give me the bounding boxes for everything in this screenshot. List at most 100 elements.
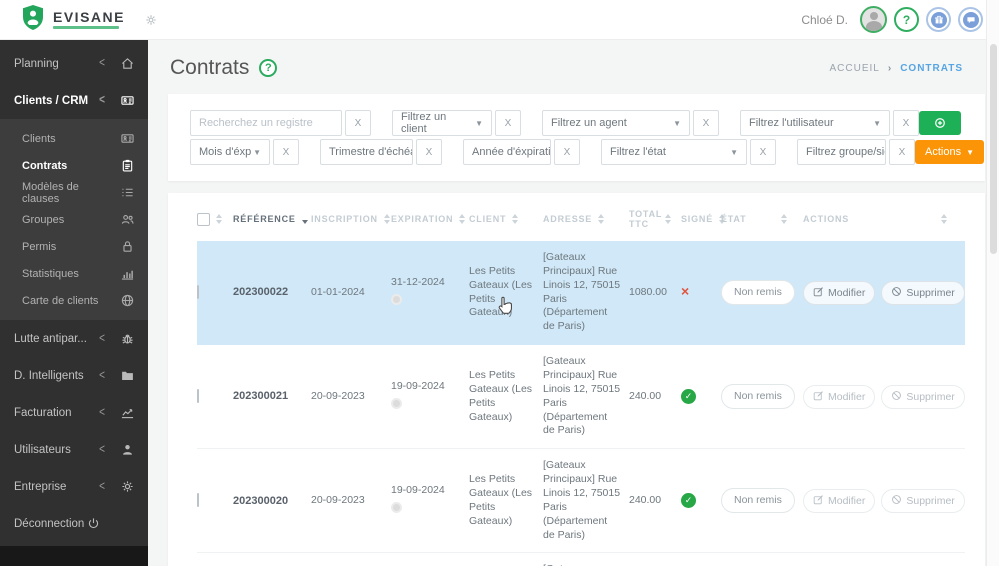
search-input[interactable] xyxy=(190,110,342,136)
sidebar-item-label: Utilisateurs xyxy=(14,443,71,456)
cell-inscription: 20-09-2023 xyxy=(311,493,365,506)
col-etat-header[interactable]: ÉTAT xyxy=(721,214,803,224)
contracts-table: RÉFÉRENCE INSCRIPTION EXPIRATION CLIENT … xyxy=(168,193,985,566)
delete-button-label: Supprimer xyxy=(906,390,955,403)
sidebar-item-d-connection[interactable]: Déconnection xyxy=(0,505,148,542)
edit-icon xyxy=(813,494,824,508)
sidebar-item-mod-les-de-clauses[interactable]: Modèles de clauses xyxy=(0,179,148,206)
col-client-header[interactable]: CLIENT xyxy=(469,214,543,224)
row-select-cell xyxy=(197,284,233,300)
cell-client[interactable]: Les Petits Gateaux (Les Petits Gateaux) xyxy=(469,265,543,320)
col-signe-header[interactable]: SIGNÉ xyxy=(681,214,726,224)
sidebar-item-groupes[interactable]: Groupes xyxy=(0,206,148,233)
sidebar-item-d-intelligents[interactable]: D. Intelligents < xyxy=(0,357,148,394)
filter-quarter-select[interactable]: Trimestre d'échéance xyxy=(320,139,413,165)
filter-month-select[interactable]: Mois d'éxpiration▼ xyxy=(190,139,270,165)
filter-agent-select[interactable]: Filtrez un agent ▼ xyxy=(542,110,690,136)
clear-month-button[interactable]: X xyxy=(273,139,299,165)
sort-icon xyxy=(941,214,947,224)
col-expiration-header[interactable]: EXPIRATION xyxy=(391,214,469,224)
col-reference-header[interactable]: RÉFÉRENCE xyxy=(233,214,311,224)
sidebar-submenu: Clients Contrats Modèles de clauses Groupes… xyxy=(0,119,148,320)
sort-icon xyxy=(665,214,671,224)
status-badge[interactable]: Non remis xyxy=(721,384,795,410)
sidebar-item-permis[interactable]: Permis xyxy=(0,233,148,260)
clear-client-button[interactable]: X xyxy=(495,110,521,136)
cell-total-ttc: 240.00 xyxy=(629,389,662,402)
scrollbar-thumb[interactable] xyxy=(989,44,997,254)
sidebar-item-contrats[interactable]: Contrats xyxy=(0,152,148,179)
col-actions-header[interactable]: ACTIONS xyxy=(803,214,953,224)
delete-button-label: Supprimer xyxy=(906,494,955,507)
status-badge[interactable]: Non remis xyxy=(721,488,795,514)
filter-state-select[interactable]: Filtrez l'état ▼ xyxy=(601,139,747,165)
breadcrumb-current: CONTRATS xyxy=(900,62,963,74)
brand-logo[interactable]: EVISANE xyxy=(0,4,125,36)
page-title: Contrats xyxy=(170,56,250,79)
delete-button[interactable]: Supprimer xyxy=(881,280,965,305)
modify-button[interactable]: Modifier xyxy=(803,384,876,409)
delete-button[interactable]: Supprimer xyxy=(881,384,965,409)
clear-state-button[interactable]: X xyxy=(750,139,776,165)
add-contract-button[interactable] xyxy=(919,111,961,135)
lock-icon xyxy=(118,240,134,253)
select-all-checkbox[interactable] xyxy=(197,212,210,226)
sidebar-item-clients[interactable]: Clients xyxy=(0,125,148,152)
cell-client[interactable]: Les Petits Gateaux (Les Petits Gateaux) xyxy=(469,369,543,424)
chevron-down-icon: ▼ xyxy=(475,118,483,128)
filter-client-select[interactable]: Filtrez un client ▼ xyxy=(392,110,492,136)
clear-group-button[interactable]: X xyxy=(889,139,915,165)
chevron-down-icon: ▼ xyxy=(873,118,881,128)
modify-button[interactable]: Modifier xyxy=(803,280,876,305)
col-adresse-header[interactable]: ADRESSE xyxy=(543,214,629,224)
clear-user-button[interactable]: X xyxy=(893,110,919,136)
chat-icon-disc xyxy=(962,11,979,28)
row-checkbox[interactable] xyxy=(197,284,199,299)
delete-button-label: Supprimer xyxy=(906,286,955,299)
sort-icon xyxy=(459,214,466,224)
modify-button[interactable]: Modifier xyxy=(803,488,876,513)
chat-icon[interactable] xyxy=(958,7,983,32)
status-badge[interactable]: Non remis xyxy=(721,280,795,306)
sidebar-item-facturation[interactable]: Facturation < xyxy=(0,394,148,431)
sidebar-item-statistiques[interactable]: Statistiques xyxy=(0,260,148,287)
sort-icon xyxy=(512,214,519,224)
col-total-header[interactable]: TOTAL TTC xyxy=(629,209,681,229)
ban-icon xyxy=(891,494,902,508)
expiration-status-icon xyxy=(391,501,402,513)
sidebar-item-clients-crm[interactable]: Clients / CRM < xyxy=(0,82,148,119)
topbar-gear-icon[interactable] xyxy=(145,14,157,26)
clear-year-button[interactable]: X xyxy=(554,139,580,165)
page-help-icon[interactable]: ? xyxy=(259,59,278,77)
sort-icon xyxy=(598,214,605,224)
power-icon xyxy=(84,517,100,530)
sidebar-item-label: Contrats xyxy=(22,159,68,172)
col-inscription-header[interactable]: INSCRIPTION xyxy=(311,214,391,224)
sort-icon[interactable] xyxy=(216,214,222,224)
clear-quarter-button[interactable]: X xyxy=(416,139,442,165)
breadcrumb-home-link[interactable]: ACCUEIL xyxy=(829,63,879,74)
expiration-date: 19-09-2024 xyxy=(391,379,445,392)
sidebar-item-planning[interactable]: Planning < xyxy=(0,45,148,82)
sidebar-item-carte-de-clients[interactable]: Carte de clients xyxy=(0,287,148,314)
help-icon[interactable]: ? xyxy=(894,7,919,32)
gift-icon[interactable] xyxy=(926,7,951,32)
row-checkbox[interactable] xyxy=(197,492,199,507)
filter-group-select[interactable]: Filtrez groupe/siège xyxy=(797,139,886,165)
delete-button[interactable]: Supprimer xyxy=(881,488,965,513)
sidebar-item-utilisateurs[interactable]: Utilisateurs < xyxy=(0,431,148,468)
table-row: 202300021 20-09-2023 19-09-2024 Les Petits … xyxy=(197,345,965,450)
clear-agent-button[interactable]: X xyxy=(693,110,719,136)
sidebar-item-lutte-antipar[interactable]: Lutte antipar... < xyxy=(0,320,148,357)
actions-menu-button[interactable]: Actions ▼ xyxy=(915,140,984,164)
chevron-left-icon: < xyxy=(99,405,105,420)
clear-search-button[interactable]: X xyxy=(345,110,371,136)
sort-icon xyxy=(781,214,787,224)
filter-user-select[interactable]: Filtrez l'utilisateur ▼ xyxy=(740,110,890,136)
cell-client[interactable]: Les Petits Gateaux (Les Petits Gateaux) xyxy=(469,473,543,528)
chevron-down-icon: ▼ xyxy=(966,147,974,157)
sidebar-item-entreprise[interactable]: Entreprise < xyxy=(0,468,148,505)
row-checkbox[interactable] xyxy=(197,388,199,403)
user-avatar[interactable] xyxy=(860,6,887,33)
filter-year-select[interactable]: Année d'éxpiration xyxy=(463,139,551,165)
